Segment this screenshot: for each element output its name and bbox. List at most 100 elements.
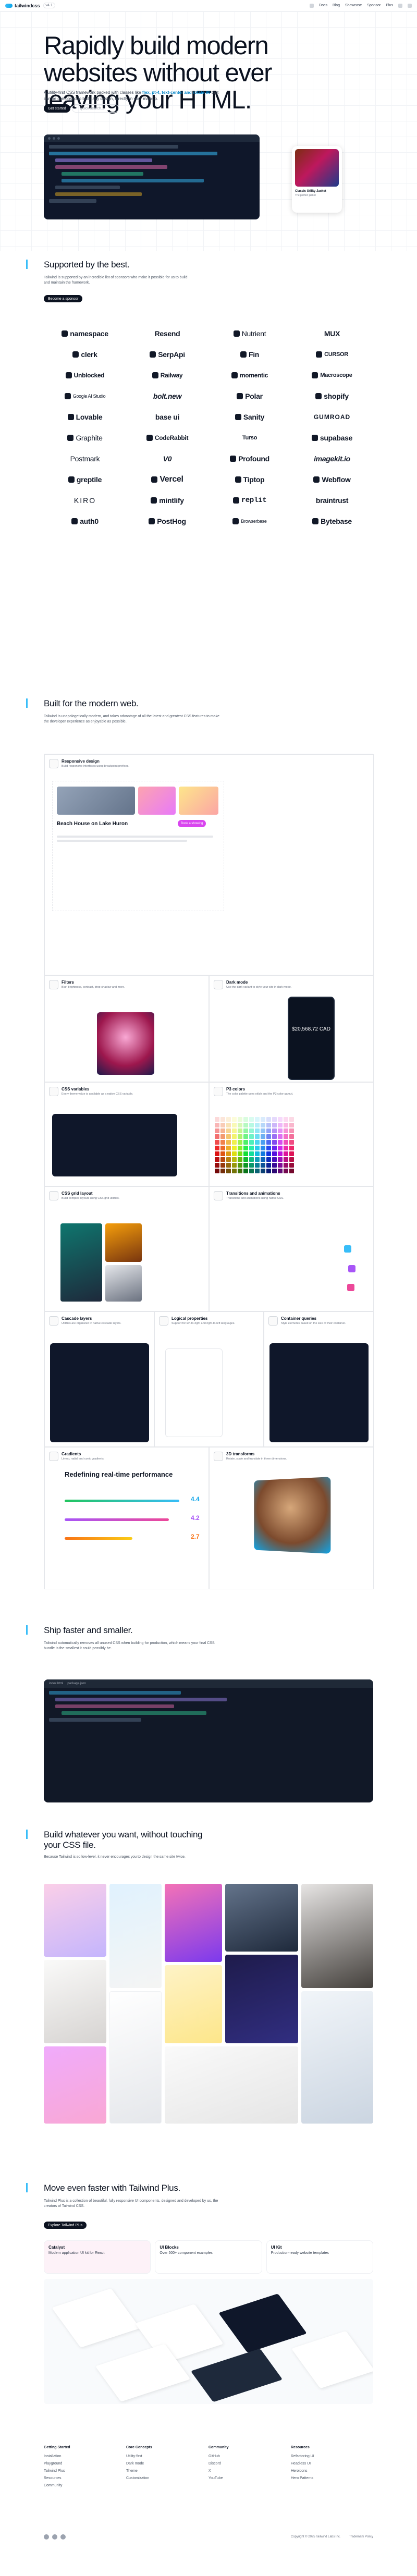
color-swatch[interactable]: [232, 1128, 237, 1133]
brand-logo[interactable]: tailwindcss: [5, 3, 40, 8]
color-swatch[interactable]: [255, 1169, 260, 1173]
color-swatch[interactable]: [243, 1123, 248, 1127]
color-swatch[interactable]: [255, 1157, 260, 1162]
sponsor-logo[interactable]: namespace: [44, 323, 126, 344]
sponsor-logo[interactable]: Railway: [126, 365, 208, 386]
color-swatch[interactable]: [255, 1134, 260, 1139]
color-swatch[interactable]: [215, 1134, 219, 1139]
color-swatch[interactable]: [238, 1157, 242, 1162]
sponsor-logo[interactable]: Nutrient: [208, 323, 291, 344]
color-swatch[interactable]: [266, 1128, 271, 1133]
color-swatch[interactable]: [289, 1151, 294, 1156]
color-swatch[interactable]: [226, 1163, 231, 1168]
color-swatch[interactable]: [232, 1140, 237, 1145]
color-swatch[interactable]: [249, 1169, 254, 1173]
color-swatch[interactable]: [226, 1117, 231, 1122]
color-swatch[interactable]: [266, 1163, 271, 1168]
color-swatch[interactable]: [226, 1134, 231, 1139]
sponsor-logo[interactable]: PostHog: [126, 511, 208, 532]
color-swatch[interactable]: [266, 1117, 271, 1122]
tab-package-json[interactable]: package.json: [67, 1682, 85, 1685]
color-swatch[interactable]: [278, 1151, 283, 1156]
color-swatch[interactable]: [238, 1146, 242, 1150]
color-swatch[interactable]: [215, 1151, 219, 1156]
showcase-tile[interactable]: [165, 2046, 298, 2124]
color-swatch[interactable]: [220, 1117, 225, 1122]
sponsor-logo[interactable]: bolt.new: [126, 386, 208, 407]
color-swatch[interactable]: [226, 1128, 231, 1133]
color-swatch[interactable]: [284, 1123, 288, 1127]
color-swatch[interactable]: [238, 1163, 242, 1168]
color-swatch[interactable]: [289, 1134, 294, 1139]
color-swatch[interactable]: [284, 1157, 288, 1162]
color-swatch[interactable]: [261, 1128, 265, 1133]
color-swatch[interactable]: [232, 1123, 237, 1127]
color-swatch[interactable]: [238, 1117, 242, 1122]
footer-link[interactable]: Playground: [44, 2462, 126, 2465]
sponsor-logo[interactable]: Fin: [208, 344, 291, 365]
color-swatch[interactable]: [272, 1169, 277, 1173]
color-swatch[interactable]: [255, 1146, 260, 1150]
footer-link[interactable]: Customization: [126, 2476, 208, 2480]
color-swatch[interactable]: [255, 1163, 260, 1168]
color-swatch[interactable]: [238, 1140, 242, 1145]
footer-link[interactable]: Hero Patterns: [291, 2476, 373, 2480]
color-swatch[interactable]: [232, 1151, 237, 1156]
showcase-tile[interactable]: [301, 1991, 373, 2124]
color-swatch[interactable]: [243, 1163, 248, 1168]
tab-index-html[interactable]: index.html: [49, 1682, 63, 1685]
color-swatch[interactable]: [284, 1140, 288, 1145]
quick-search-input[interactable]: ⌕ Quick search...: [72, 104, 119, 113]
color-swatch[interactable]: [272, 1146, 277, 1150]
color-swatch[interactable]: [289, 1163, 294, 1168]
color-swatch[interactable]: [249, 1117, 254, 1122]
footer-link[interactable]: Theme: [126, 2469, 208, 2473]
sponsor-logo[interactable]: Graphite: [44, 427, 126, 448]
color-swatch[interactable]: [284, 1163, 288, 1168]
color-swatch[interactable]: [238, 1169, 242, 1173]
color-swatch[interactable]: [272, 1163, 277, 1168]
sponsor-logo[interactable]: Google AI Studio: [44, 386, 126, 407]
color-swatch[interactable]: [261, 1157, 265, 1162]
color-swatch[interactable]: [249, 1140, 254, 1145]
sponsor-logo[interactable]: clerk: [44, 344, 126, 365]
color-swatch[interactable]: [255, 1151, 260, 1156]
color-swatch[interactable]: [215, 1169, 219, 1173]
color-swatch[interactable]: [261, 1134, 265, 1139]
explore-plus-button[interactable]: Explore Tailwind Plus: [44, 2222, 87, 2229]
color-swatch[interactable]: [272, 1128, 277, 1133]
color-swatch[interactable]: [261, 1151, 265, 1156]
color-swatch[interactable]: [284, 1169, 288, 1173]
sponsor-logo[interactable]: Macroscope: [291, 365, 373, 386]
sponsor-logo[interactable]: base ui: [126, 407, 208, 427]
sponsor-logo[interactable]: Profound: [208, 448, 291, 469]
color-swatch[interactable]: [232, 1163, 237, 1168]
x-icon[interactable]: [52, 2534, 57, 2540]
color-swatch[interactable]: [272, 1140, 277, 1145]
color-swatch[interactable]: [243, 1140, 248, 1145]
showcase-tile[interactable]: [225, 1884, 298, 1952]
color-swatch[interactable]: [266, 1151, 271, 1156]
footer-link[interactable]: Resources: [44, 2476, 126, 2480]
sponsor-logo[interactable]: Sanity: [208, 407, 291, 427]
color-swatch[interactable]: [243, 1128, 248, 1133]
color-swatch[interactable]: [272, 1123, 277, 1127]
color-swatch[interactable]: [226, 1146, 231, 1150]
sponsor-logo[interactable]: CodeRabbit: [126, 427, 208, 448]
github-icon[interactable]: [44, 2534, 49, 2540]
footer-link[interactable]: Headless UI: [291, 2462, 373, 2465]
color-swatch[interactable]: [289, 1117, 294, 1122]
color-swatch[interactable]: [278, 1157, 283, 1162]
color-swatch[interactable]: [255, 1140, 260, 1145]
sponsor-logo[interactable]: mintlify: [126, 490, 208, 511]
sponsor-logo[interactable]: SerpApi: [126, 344, 208, 365]
nav-link-plus[interactable]: Plus: [386, 4, 393, 7]
trademark-link[interactable]: Trademark Policy: [349, 2535, 373, 2538]
plus-card-catalyst[interactable]: Catalyst Modern application UI kit for R…: [44, 2240, 151, 2274]
color-swatch[interactable]: [266, 1134, 271, 1139]
sponsor-logo[interactable]: Bytebase: [291, 511, 373, 532]
showcase-tile[interactable]: [44, 2046, 106, 2124]
color-swatch[interactable]: [232, 1134, 237, 1139]
sponsor-logo[interactable]: greptile: [44, 469, 126, 490]
sponsor-logo[interactable]: Turso: [208, 427, 291, 448]
